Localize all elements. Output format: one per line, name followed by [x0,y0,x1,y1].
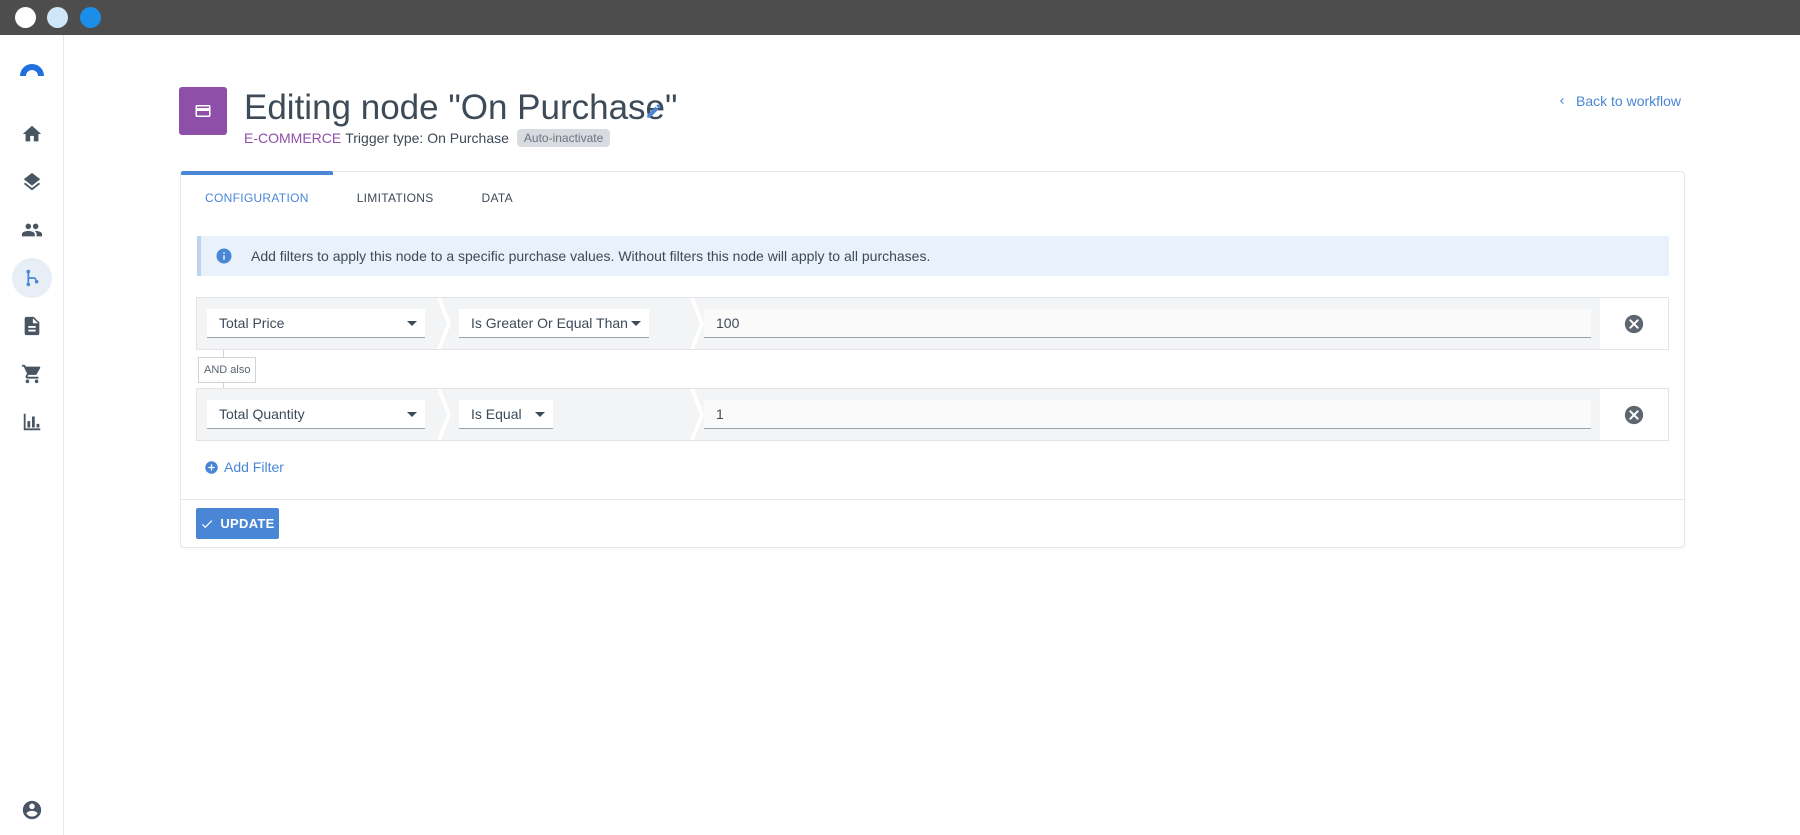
workflow-icon [26,269,39,287]
app-logo-icon[interactable] [17,56,47,86]
node-meta: E-COMMERCE Trigger type: On Purchase Aut… [244,129,611,147]
sidebar-item-ecommerce[interactable] [12,354,52,394]
and-also-label: AND also [198,357,257,383]
add-filter-label: Add Filter [224,459,284,475]
remove-filter-button[interactable] [1600,389,1668,440]
sidebar-item-profile[interactable] [12,790,52,830]
update-button[interactable]: UPDATE [196,508,279,539]
chevron-separator [437,298,451,349]
chevron-left-icon [1560,98,1564,104]
remove-filter-button[interactable] [1600,298,1668,349]
layers-icon [23,172,41,191]
window-titlebar [0,0,1800,35]
info-text: Add filters to apply this node to a spec… [251,248,931,264]
sidebar-item-home[interactable] [12,114,52,154]
back-to-workflow-link[interactable]: Back to workflow [1556,93,1681,109]
trigger-type-label: Trigger type: On Purchase [345,130,509,146]
update-label: UPDATE [220,516,275,531]
operator-select[interactable]: Is Greater Or Equal Than [459,309,649,338]
info-icon [216,248,232,264]
field-select[interactable]: Total Price [207,309,425,338]
sidebar-item-contacts[interactable] [12,210,52,250]
bar-chart-icon [23,413,41,431]
node-config-card: CONFIGURATION LIMITATIONS DATA Add filte… [180,171,1685,548]
chevron-separator [690,389,704,440]
edit-title-icon[interactable] [645,102,663,120]
account-icon [22,800,42,820]
back-link-label: Back to workflow [1576,93,1682,109]
window-close-button[interactable] [15,7,36,28]
sidebar [0,35,64,835]
sidebar-item-layers[interactable] [12,162,52,202]
filter-row: Total Quantity Is Equal [196,388,1669,441]
chevron-down-icon [631,321,641,326]
window-maximize-button[interactable] [80,7,101,28]
field-select-value: Total Quantity [219,406,305,422]
tab-configuration[interactable]: CONFIGURATION [181,171,333,224]
close-circle-icon [1624,405,1644,424]
chevron-down-icon [407,412,417,417]
info-banner: Add filters to apply this node to a spec… [197,236,1669,276]
tab-data[interactable]: DATA [458,172,537,224]
check-icon [202,519,213,528]
category-label: E-COMMERCE [244,130,342,146]
tab-bar: CONFIGURATION LIMITATIONS DATA [181,171,537,224]
sidebar-item-workflows[interactable] [12,258,52,298]
sidebar-item-documents[interactable] [12,306,52,346]
plus-circle-icon [205,460,218,474]
value-input[interactable] [704,309,1591,338]
operator-select-value: Is Equal [471,406,522,422]
node-type-badge [179,87,227,135]
value-input[interactable] [704,400,1591,429]
chevron-separator [690,298,704,349]
chevron-down-icon [535,412,545,417]
status-badge: Auto-inactivate [516,129,611,147]
operator-select[interactable]: Is Equal [459,400,553,429]
tab-limitations[interactable]: LIMITATIONS [333,172,458,224]
credit-card-icon [195,105,211,117]
operator-select-value: Is Greater Or Equal Than [471,315,628,331]
add-filter-button[interactable]: Add Filter [204,459,284,475]
page-title: Editing node "On Purchase" [244,88,678,127]
home-icon [22,125,42,142]
close-circle-icon [1624,314,1644,333]
chevron-down-icon [407,321,417,326]
sidebar-item-reports[interactable] [12,402,52,442]
people-icon [21,223,43,237]
divider [181,499,1684,500]
chevron-separator [437,389,451,440]
window-minimize-button[interactable] [47,7,68,28]
document-icon [24,316,40,336]
filter-row: Total Price Is Greater Or Equal Than [196,297,1669,350]
field-select[interactable]: Total Quantity [207,400,425,429]
field-select-value: Total Price [219,315,285,331]
cart-icon [21,364,41,384]
